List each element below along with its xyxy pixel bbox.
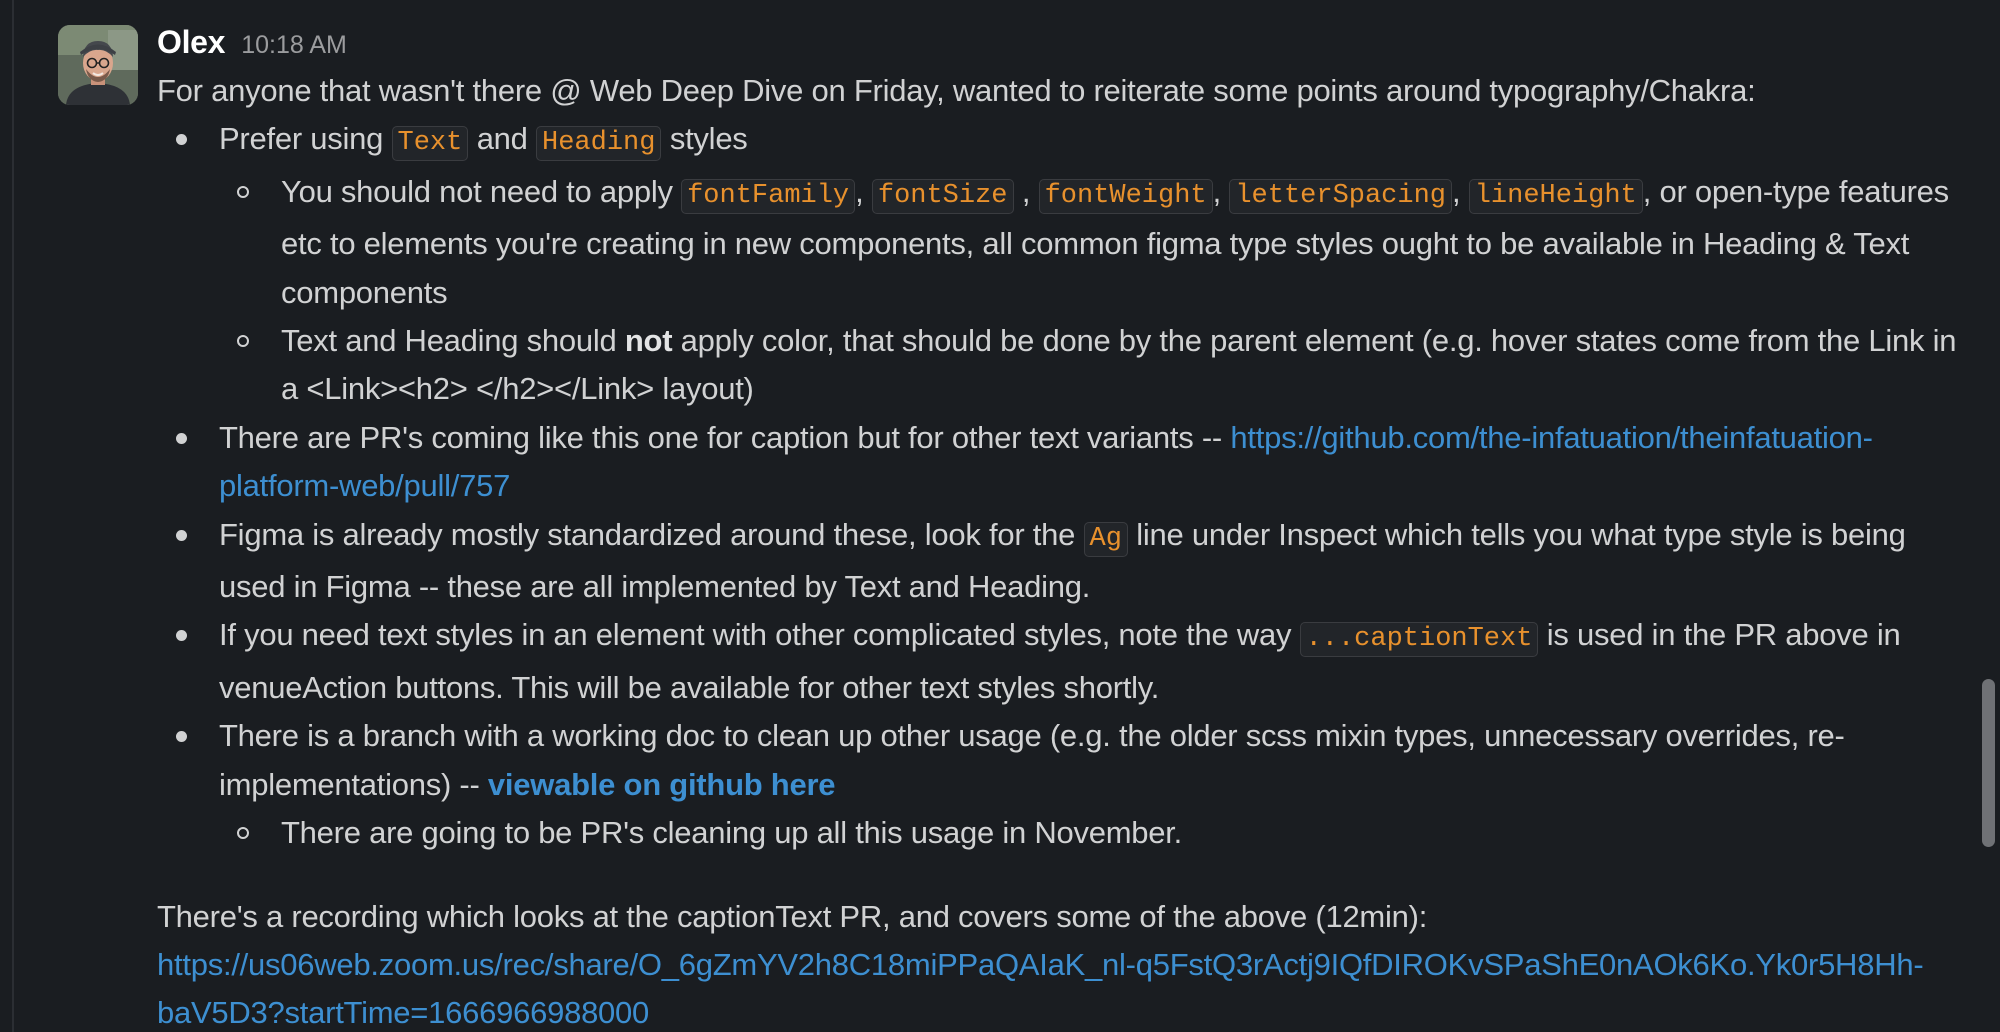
inline-code-text: Text [391, 126, 469, 162]
list-item: There are PR's coming like this one for … [157, 414, 1957, 511]
sub-bullet-list: You should not need to apply fontFamily,… [219, 168, 1957, 414]
inline-code-fontfamily: fontFamily [681, 178, 856, 214]
avatar-photo-icon [58, 25, 138, 105]
bullet4-prefix: If you need text styles in an element wi… [219, 617, 1300, 653]
list-item: If you need text styles in an element wi… [157, 611, 1957, 712]
github-doc-link[interactable]: viewable on github here [488, 767, 836, 802]
sub1-sep: , [855, 173, 872, 209]
inline-code-heading: Heading [536, 126, 662, 162]
sub1-sep: , [1013, 173, 1039, 209]
inline-code-letterspacing: letterSpacing [1229, 178, 1452, 214]
sub-bullet-list: There are going to be PR's cleaning up a… [219, 809, 1957, 857]
list-item: Prefer using Text and Heading styles You… [157, 115, 1957, 413]
list-item: There is a branch with a working doc to … [157, 712, 1957, 857]
list-item: Figma is already mostly standardized aro… [157, 511, 1957, 612]
bold-not: not [624, 323, 673, 359]
bullet5-prefix: There is a branch with a working doc to … [219, 718, 1845, 802]
inline-code-fontsize: fontSize [871, 178, 1014, 214]
list-item: You should not need to apply fontFamily,… [219, 168, 1957, 317]
intro-text: For anyone that wasn't there @ Web Deep … [157, 73, 1756, 108]
outro-paragraph: There's a recording which looks at the c… [157, 893, 1957, 1032]
thread-divider [12, 0, 14, 1032]
message-timestamp[interactable]: 10:18 AM [241, 31, 347, 60]
zoom-recording-link[interactable]: https://us06web.zoom.us/rec/share/O_6gZm… [157, 947, 1924, 1030]
inline-code-fontweight: fontWeight [1038, 178, 1213, 214]
bullet1-mid: and [468, 121, 537, 157]
list-item: There are going to be PR's cleaning up a… [219, 809, 1957, 857]
list-item: Text and Heading should not apply color,… [219, 317, 1957, 414]
bullet1-suffix: styles [661, 121, 748, 157]
sub1-prefix: You should not need to apply [281, 173, 682, 209]
bullet3-prefix: Figma is already mostly standardized aro… [219, 516, 1084, 552]
author-name[interactable]: Olex [157, 24, 225, 61]
scrollbar-thumb[interactable] [1982, 679, 1995, 847]
sub1-sep: , [1212, 173, 1230, 209]
bullet-list: Prefer using Text and Heading styles You… [157, 115, 1957, 857]
outro-text: There's a recording which looks at the c… [157, 898, 1428, 934]
bullet2-text: There are PR's coming like this one for … [219, 419, 1231, 455]
avatar[interactable] [58, 25, 138, 105]
inline-code-ag: Ag [1083, 521, 1128, 557]
message-body: For anyone that wasn't there @ Web Deep … [157, 67, 1957, 1032]
bullet5-sub1: There are going to be PR's cleaning up a… [281, 815, 1183, 851]
message-header: Olex 10:18 AM [157, 24, 347, 66]
sub1-sep: , [1452, 173, 1469, 209]
bullet1-prefix: Prefer using [219, 121, 392, 157]
inline-code-captiontext: ...captionText [1299, 622, 1539, 658]
inline-code-lineheight: lineHeight [1468, 178, 1643, 214]
sub2-prefix: Text and Heading should [281, 323, 625, 359]
